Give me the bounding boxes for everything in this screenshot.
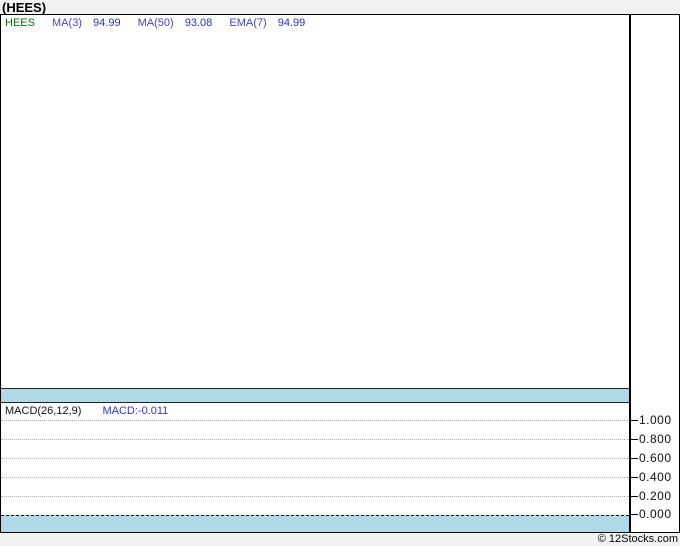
macd-value: MACD:-0.011 — [102, 405, 169, 417]
tick-label: 1.000 — [639, 413, 672, 427]
gridline-0.200 — [1, 496, 629, 497]
ema7-label: EMA(7) — [229, 17, 267, 29]
ma3-value: 94.99 — [93, 17, 121, 29]
gridline-1.000 — [1, 420, 629, 421]
pane-separator-bar — [1, 388, 629, 403]
ema7-value: 94.99 — [277, 17, 306, 29]
symbol-label: HEES — [5, 17, 35, 29]
macd-params-label: MACD(26,12,9) — [5, 405, 82, 417]
axis-tick: 1.000 — [631, 413, 679, 427]
ma50-label: MA(50) — [137, 17, 174, 29]
chart-box: HEES MA(3) 94.99 MA(50) 93.08 EMA(7) 94.… — [0, 14, 680, 533]
price-legend: HEES MA(3) 94.99 MA(50) 93.08 EMA(7) 94.… — [5, 17, 319, 29]
tick-label: 0.800 — [639, 432, 672, 446]
page-title: (HEES) — [2, 0, 47, 15]
tick-mark — [631, 457, 638, 459]
gridline-0.400 — [1, 477, 629, 478]
gridline-0.600 — [1, 458, 629, 459]
axis-tick: 0.400 — [631, 470, 679, 484]
macd-legend: MACD(26,12,9) MACD:-0.011 — [5, 405, 168, 417]
right-axis: 1.000 0.800 0.600 0.400 0.200 0.000 — [629, 15, 679, 532]
copyright: © 12Stocks.com — [597, 533, 678, 545]
tick-mark — [631, 513, 638, 515]
tick-label: 0.400 — [639, 470, 672, 484]
price-pane: HEES MA(3) 94.99 MA(50) 93.08 EMA(7) 94.… — [1, 15, 629, 388]
chart-widget: (HEES) HEES MA(3) 94.99 MA(50) 93.08 EMA… — [0, 0, 680, 546]
tick-label: 0.200 — [639, 489, 672, 503]
tick-mark — [631, 495, 638, 497]
ma3-label: MA(3) — [52, 17, 82, 29]
tick-label: 0.000 — [639, 507, 672, 521]
tick-label: 0.600 — [639, 451, 672, 465]
macd-pane: MACD(26,12,9) MACD:-0.011 — [1, 403, 629, 515]
ma50-value: 93.08 — [184, 17, 213, 29]
axis-tick: 0.600 — [631, 451, 679, 465]
tick-mark — [631, 438, 638, 440]
axis-tick: 0.800 — [631, 432, 679, 446]
bottom-bar — [1, 515, 629, 532]
gridline-0.800 — [1, 439, 629, 440]
axis-tick: 0.000 — [631, 507, 679, 521]
tick-mark — [631, 419, 638, 421]
axis-tick: 0.200 — [631, 489, 679, 503]
tick-mark — [631, 476, 638, 478]
